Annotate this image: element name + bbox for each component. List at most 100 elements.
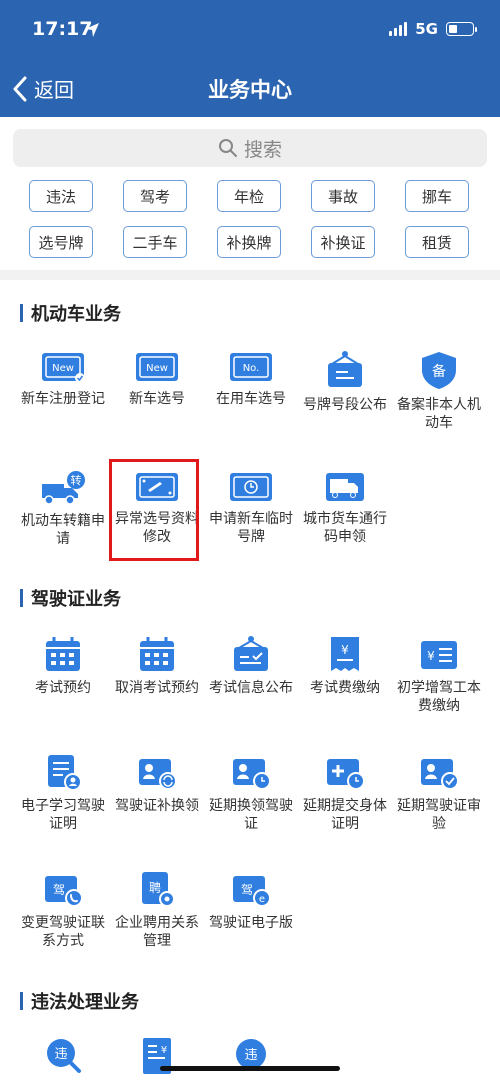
medical-clock-icon	[327, 759, 365, 790]
battery-icon	[446, 22, 477, 36]
item-label: 驾驶证电子版	[209, 915, 293, 931]
item-label: 延期换领驾驶证	[209, 798, 293, 832]
svg-text:备: 备	[432, 363, 446, 380]
item-label: 电子学习驾驶证明	[21, 798, 105, 832]
tag-buhuanpai[interactable]: 补换牌	[217, 226, 281, 258]
item-register-others-car[interactable]: 备 备案非本人机动车	[391, 350, 487, 432]
item-label: 延期驾驶证审验	[397, 798, 481, 832]
svg-text:违: 违	[244, 1048, 257, 1063]
item-label: 驾驶证补换领	[115, 798, 199, 814]
search-icon	[218, 139, 237, 157]
item-exam-booking[interactable]: 考试预约	[15, 635, 111, 697]
item-change-contact[interactable]: 驾 变更驾驶证联系方式	[15, 870, 111, 950]
tag-zulin[interactable]: 租赁	[405, 226, 469, 258]
shield-icon: 备	[422, 352, 456, 389]
item-new-car-registration[interactable]: New 新车注册登记	[15, 350, 111, 408]
app-header: 17:17 5G 返回 业务中心	[0, 0, 500, 117]
svg-text:¥: ¥	[161, 1045, 167, 1056]
document-user-icon	[48, 755, 82, 791]
item-label: 企业聘用关系管理	[115, 915, 199, 949]
item-license-replace[interactable]: 驾驶证补换领	[109, 753, 205, 815]
svg-text:¥: ¥	[427, 649, 435, 663]
item-label: 考试费缴纳	[310, 680, 380, 696]
item-new-car-number[interactable]: New 新车选号	[109, 350, 205, 408]
item-label: 初学增驾工本费缴纳	[397, 680, 481, 714]
item-label: 新车注册登记	[21, 391, 105, 407]
tag-xuanhaopai[interactable]: 选号牌	[29, 226, 93, 258]
item-label: 考试信息公布	[209, 680, 293, 696]
svg-text:转: 转	[71, 473, 82, 487]
item-label: 在用车选号	[216, 391, 286, 407]
calendar-icon	[140, 637, 174, 671]
license-electronic-icon: 驾e	[233, 876, 271, 907]
signal-icon	[389, 22, 408, 36]
svg-text:e: e	[259, 894, 265, 905]
item-label: 申请新车临时号牌	[209, 511, 293, 545]
location-arrow-icon	[85, 23, 99, 37]
search-input[interactable]: 搜索	[13, 129, 487, 167]
fee-card-icon: ¥	[421, 641, 457, 669]
page-title: 业务中心	[208, 78, 292, 102]
item-label: 新车选号	[129, 391, 185, 407]
svg-text:聘: 聘	[149, 881, 161, 895]
svg-text:No.: No.	[243, 363, 260, 374]
section-title-violation: 违法处理业务	[20, 988, 139, 1014]
tag-nianjian[interactable]: 年检	[217, 180, 281, 212]
item-violation-handle[interactable]: 违	[203, 1036, 299, 1080]
calendar-icon	[46, 637, 80, 671]
item-extend-renewal[interactable]: 延期换领驾驶证	[203, 753, 299, 833]
item-temp-plate[interactable]: 申请新车临时号牌	[203, 470, 299, 546]
truck-pass-icon	[326, 473, 364, 501]
item-cancel-exam[interactable]: 取消考试预约	[109, 635, 205, 697]
tag-nuoche[interactable]: 挪车	[405, 180, 469, 212]
item-e-learning-proof[interactable]: 电子学习驾驶证明	[15, 753, 111, 833]
document-gear-icon: 聘	[142, 872, 175, 907]
highlight-box	[109, 459, 199, 561]
license-phone-icon: 驾	[45, 876, 83, 907]
plate-clock-icon	[230, 473, 272, 501]
search-placeholder: 搜索	[243, 138, 282, 161]
item-used-car-number[interactable]: No. 在用车选号	[203, 350, 299, 408]
id-card-clock-icon	[233, 759, 271, 790]
item-extend-health-proof[interactable]: 延期提交身体证明	[297, 753, 393, 833]
item-violation-query[interactable]: 违	[15, 1036, 111, 1080]
id-card-check-icon	[421, 759, 459, 790]
item-city-truck-pass[interactable]: 城市货车通行码申领	[297, 470, 393, 546]
item-learner-fee[interactable]: ¥ 初学增驾工本费缴纳	[391, 635, 487, 715]
number-plate-icon: No.	[230, 353, 272, 381]
tag-buhuanzheng[interactable]: 补换证	[311, 226, 375, 258]
item-e-license[interactable]: 驾e 驾驶证电子版	[203, 870, 299, 932]
svg-text:New: New	[52, 363, 74, 374]
receipt-icon: ¥	[331, 637, 359, 671]
new-plate-icon: New	[136, 353, 178, 381]
item-exam-fee[interactable]: ¥ 考试费缴纳	[297, 635, 393, 697]
item-label: 取消考试预约	[115, 680, 199, 696]
violation-search-icon: 违	[47, 1039, 81, 1073]
hanging-sign-icon	[328, 351, 362, 387]
svg-text:New: New	[146, 363, 168, 374]
item-label: 考试预约	[35, 680, 91, 696]
item-plate-range[interactable]: 号牌号段公布	[297, 350, 393, 414]
item-exam-info[interactable]: 考试信息公布	[203, 635, 299, 697]
section-title-vehicle: 机动车业务	[20, 300, 121, 326]
status-indicators: 5G	[389, 20, 477, 38]
tag-weifa[interactable]: 违法	[29, 180, 93, 212]
svg-text:违: 违	[54, 1047, 67, 1062]
item-employment-management[interactable]: 聘 企业聘用关系管理	[109, 870, 205, 950]
tag-shigu[interactable]: 事故	[311, 180, 375, 212]
item-transfer-registration[interactable]: 转 机动车转籍申请	[15, 470, 111, 548]
item-label: 机动车转籍申请	[21, 513, 105, 547]
hanging-sign-check-icon	[234, 636, 268, 671]
svg-text:¥: ¥	[341, 643, 349, 657]
tag-jiakao[interactable]: 驾考	[123, 180, 187, 212]
section-divider	[0, 270, 500, 280]
home-indicator[interactable]	[160, 1066, 340, 1071]
item-label: 延期提交身体证明	[303, 798, 387, 832]
tag-ershouche[interactable]: 二手车	[123, 226, 187, 258]
truck-transfer-icon: 转	[42, 471, 85, 505]
svg-text:驾: 驾	[53, 883, 65, 897]
item-violation-payment[interactable]: ¥	[109, 1036, 205, 1080]
item-extend-review[interactable]: 延期驾驶证审验	[391, 753, 487, 833]
item-label: 号牌号段公布	[303, 397, 387, 413]
item-label: 备案非本人机动车	[397, 397, 481, 431]
